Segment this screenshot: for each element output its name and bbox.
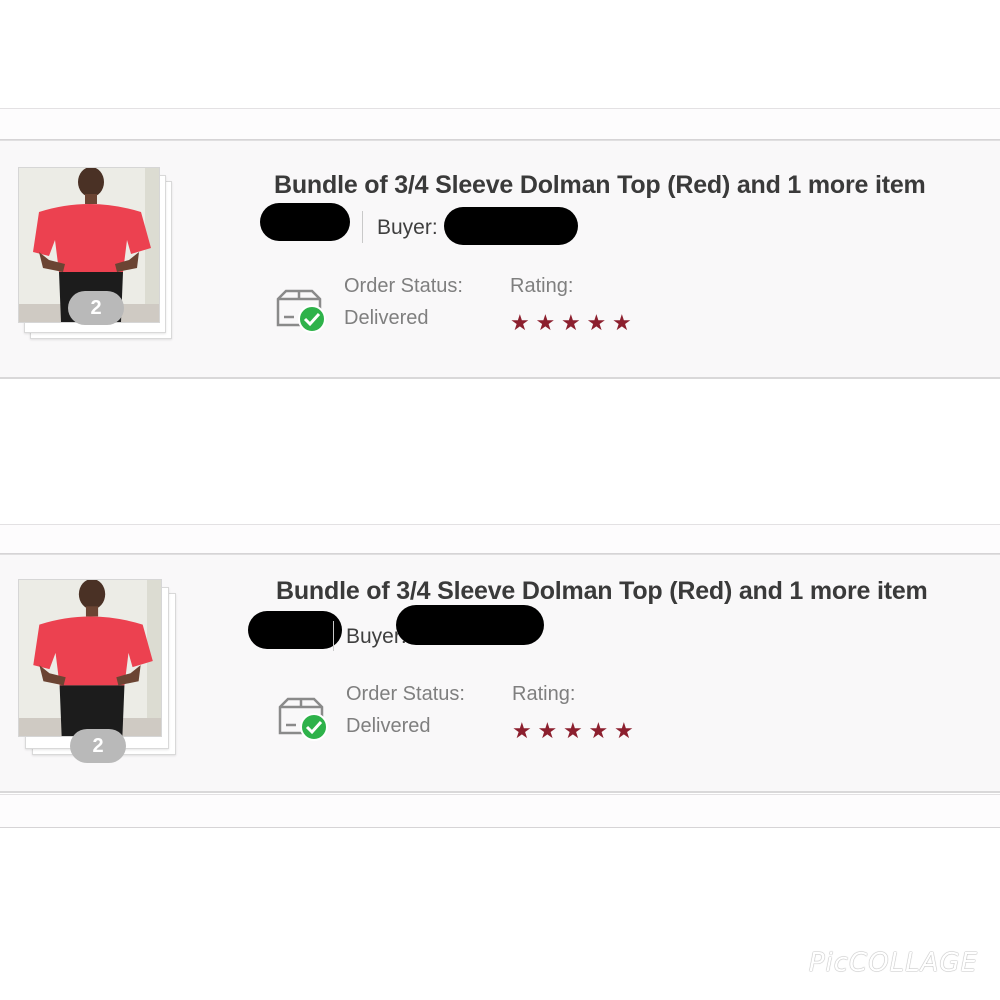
- rating-stars: ★ ★ ★ ★ ★: [512, 721, 638, 743]
- item-count-badge: 2: [70, 729, 126, 763]
- star-icon: ★: [512, 719, 532, 744]
- rating-label: Rating:: [510, 275, 574, 297]
- separator-strip-middle: [0, 524, 1000, 554]
- rating-label: Rating:: [512, 683, 576, 705]
- star-icon: ★: [561, 311, 581, 336]
- star-icon: ★: [586, 311, 607, 336]
- order-card[interactable]: 2 Bundle of 3/4 Sleeve Dolman Top (Red) …: [0, 554, 1000, 793]
- star-icon: ★: [612, 311, 632, 336]
- star-icon: ★: [510, 311, 530, 336]
- buyer-label: Buyer:: [377, 216, 438, 239]
- separator-strip-top: [0, 108, 1000, 140]
- order-status-label: Order Status:: [344, 275, 463, 297]
- rating-stars: ★ ★ ★ ★ ★: [510, 313, 636, 335]
- product-photo[interactable]: [18, 579, 162, 737]
- box-delivered-check-icon: [276, 289, 326, 333]
- star-icon: ★: [563, 719, 583, 744]
- separator-strip-bottom: [0, 794, 1000, 828]
- app-watermark: PicCOLLAGE: [808, 948, 978, 978]
- box-delivered-check-icon: [278, 697, 328, 741]
- divider: [362, 211, 363, 243]
- redacted-buyer-name: [444, 207, 578, 245]
- order-card[interactable]: 2 Bundle of 3/4 Sleeve Dolman Top (Red) …: [0, 140, 1000, 379]
- order-status-label: Order Status:: [346, 683, 465, 705]
- redacted-seller-name: [260, 203, 350, 241]
- order-status-value: Delivered: [346, 715, 431, 737]
- star-icon: ★: [537, 719, 558, 744]
- item-count-badge: 2: [68, 291, 124, 325]
- order-title[interactable]: Bundle of 3/4 Sleeve Dolman Top (Red) an…: [274, 171, 926, 200]
- redacted-buyer-name: [396, 605, 544, 645]
- star-icon: ★: [614, 719, 634, 744]
- star-icon: ★: [588, 719, 609, 744]
- star-icon: ★: [535, 311, 556, 336]
- order-title[interactable]: Bundle of 3/4 Sleeve Dolman Top (Red) an…: [276, 577, 928, 606]
- order-thumbnail-stack[interactable]: 2: [18, 579, 198, 763]
- order-status-value: Delivered: [344, 307, 429, 329]
- divider: [333, 621, 334, 651]
- order-thumbnail-stack[interactable]: 2: [18, 167, 198, 347]
- redacted-seller-name: [248, 611, 342, 649]
